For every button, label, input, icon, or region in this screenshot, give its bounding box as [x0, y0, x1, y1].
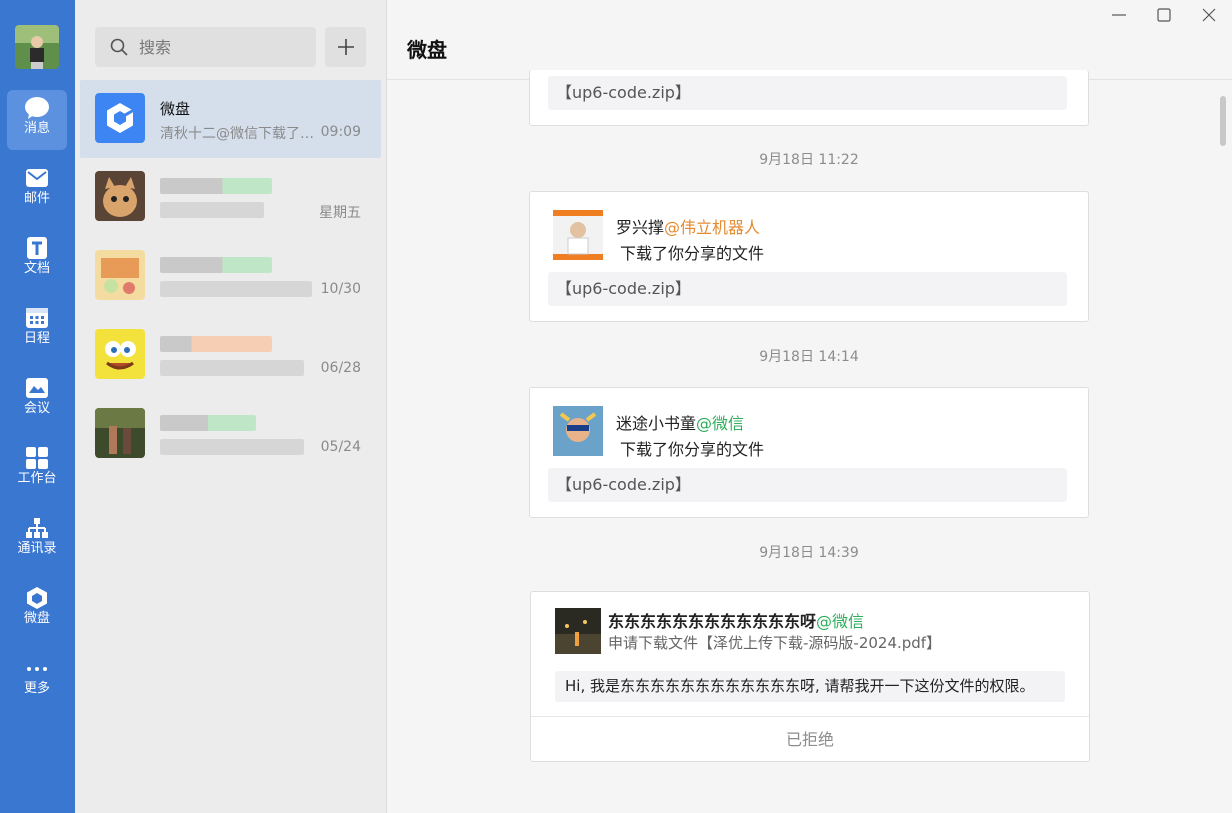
user-line: 迷途小书童@微信 — [616, 410, 744, 434]
user-line: 罗兴撑@伟立机器人 — [616, 214, 760, 238]
nav-more[interactable]: 更多 — [7, 650, 67, 710]
nav-rail: 消息 邮件 文档 日程 会议 工作台 通讯录 微盘 更多 — [0, 0, 75, 813]
blurred-preview — [160, 281, 312, 297]
blurred-preview — [160, 202, 264, 218]
blurred-name — [160, 336, 272, 352]
search-input[interactable] — [139, 27, 309, 67]
nav-workbench[interactable]: 工作台 — [7, 440, 67, 500]
nav-meeting[interactable]: 会议 — [7, 370, 67, 430]
blurred-preview — [160, 360, 304, 376]
avatar — [95, 408, 145, 458]
blurred-preview — [160, 439, 304, 455]
weipan-avatar — [95, 93, 145, 143]
nav-label: 文档 — [23, 261, 50, 276]
user-avatar — [553, 406, 603, 456]
blurred-name — [160, 257, 272, 273]
maximize-button[interactable] — [1154, 5, 1174, 25]
nav-label: 微盘 — [23, 611, 50, 626]
add-button[interactable] — [325, 27, 366, 67]
conversation-time: 09:09 — [320, 124, 361, 140]
plus-icon — [338, 39, 354, 55]
user-name: 罗兴撑 — [616, 218, 665, 237]
conversation-item[interactable]: 05/24 — [80, 395, 381, 473]
maximize-icon — [1157, 8, 1171, 22]
meeting-icon — [26, 378, 48, 398]
file-name[interactable]: 【up6-code.zip】 — [548, 272, 1067, 306]
close-button[interactable] — [1199, 5, 1219, 25]
timestamp: 9月18日 11:22 — [759, 152, 859, 168]
request-subtitle: 申请下载文件【泽优上传下载-源码版-2024.pdf】 — [608, 634, 942, 652]
conversation-time: 10/30 — [320, 281, 361, 297]
user-name: 迷途小书童 — [616, 414, 697, 433]
nav-label: 工作台 — [17, 471, 57, 486]
conversation-item-weipan[interactable]: 微盘 清秋十二@微信下载了你分享的文件 09:09 — [80, 80, 381, 158]
access-request-card: 东东东东东东东东东东东东呀@微信 申请下载文件【泽优上传下载-源码版-2024.… — [530, 591, 1090, 762]
timestamp: 9月18日 14:14 — [759, 349, 859, 365]
nav-docs[interactable]: 文档 — [7, 230, 67, 290]
chat-title: 微盘 — [407, 38, 447, 62]
nav-label: 消息 — [23, 121, 50, 136]
mail-icon — [26, 169, 48, 187]
nav-weipan[interactable]: 微盘 — [7, 580, 67, 640]
my-avatar[interactable] — [15, 25, 59, 69]
request-message: Hi, 我是东东东东东东东东东东东东呀, 请帮我开一下这份文件的权限。 — [555, 671, 1065, 702]
nav-mail[interactable]: 邮件 — [7, 160, 67, 220]
calendar-icon — [26, 308, 48, 328]
request-status: 已拒绝 — [531, 716, 1089, 761]
user-name: 东东东东东东东东东东东东呀 — [608, 612, 817, 631]
action-text: 下载了你分享的文件 — [620, 440, 765, 459]
weipan-cube-icon — [27, 587, 47, 609]
nav-label: 更多 — [23, 681, 50, 696]
conversation-time: 星期五 — [319, 205, 361, 221]
document-icon — [27, 237, 47, 259]
blurred-name — [160, 178, 272, 194]
conversation-preview: 清秋十二@微信下载了你分享的文件 — [160, 126, 320, 142]
grid-icon — [26, 447, 48, 469]
user-org: @微信 — [696, 414, 745, 433]
blurred-name — [160, 415, 256, 431]
nav-label: 邮件 — [23, 191, 50, 206]
nav-messages[interactable]: 消息 — [7, 90, 67, 150]
avatar — [95, 329, 145, 379]
minimize-icon — [1112, 14, 1126, 16]
chat-header: 微盘 — [387, 0, 1232, 80]
more-dots-icon — [27, 667, 47, 671]
conversation-item[interactable]: 10/30 — [80, 237, 381, 315]
chat-panel: 微盘 【up6-code.zip】 9月18日 11:22 罗兴撑@伟立机器人 … — [387, 0, 1232, 813]
file-name[interactable]: 【up6-code.zip】 — [548, 468, 1067, 502]
close-icon — [1202, 8, 1216, 22]
search-box[interactable] — [95, 27, 316, 67]
conversation-time: 06/28 — [320, 360, 361, 376]
message-card-partial: 【up6-code.zip】 — [529, 70, 1089, 126]
user-org: @微信 — [816, 612, 865, 631]
message-card: 罗兴撑@伟立机器人 下载了你分享的文件 【up6-code.zip】 — [529, 191, 1089, 322]
conversation-name: 微盘 — [160, 100, 191, 118]
user-org: @伟立机器人 — [664, 218, 761, 237]
conversation-list: 微盘 清秋十二@微信下载了你分享的文件 09:09 星期五 10/30 06/2… — [75, 0, 387, 813]
org-chart-icon — [26, 518, 48, 538]
action-text: 下载了你分享的文件 — [620, 244, 765, 263]
avatar — [95, 250, 145, 300]
chat-bubble-icon — [25, 97, 49, 119]
nav-label: 通讯录 — [17, 541, 57, 556]
conversation-item[interactable]: 星期五 — [80, 158, 381, 236]
nav-calendar[interactable]: 日程 — [7, 300, 67, 360]
minimize-button[interactable] — [1109, 5, 1129, 25]
user-avatar — [555, 608, 601, 654]
nav-label: 会议 — [23, 401, 50, 416]
message-card: 迷途小书童@微信 下载了你分享的文件 【up6-code.zip】 — [529, 387, 1089, 518]
scrollbar[interactable] — [1220, 96, 1226, 146]
conversation-item[interactable]: 06/28 — [80, 316, 381, 394]
avatar — [95, 171, 145, 221]
nav-contacts[interactable]: 通讯录 — [7, 510, 67, 570]
search-icon — [110, 38, 128, 56]
timestamp: 9月18日 14:39 — [759, 545, 859, 561]
file-name[interactable]: 【up6-code.zip】 — [548, 76, 1067, 110]
user-avatar — [553, 210, 603, 260]
conversation-time: 05/24 — [320, 439, 361, 455]
nav-label: 日程 — [23, 331, 50, 346]
user-line: 东东东东东东东东东东东东呀@微信 — [608, 608, 864, 632]
